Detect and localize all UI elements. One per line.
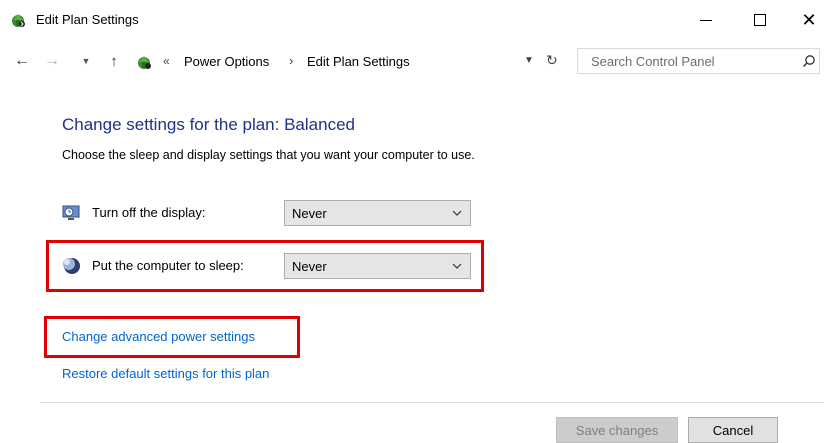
address-overflow-icon[interactable]: « (163, 54, 170, 68)
window-title: Edit Plan Settings (36, 12, 139, 27)
save-button[interactable]: Save changes (556, 417, 678, 443)
close-icon: ✕ (801, 10, 817, 30)
minimize-icon (700, 19, 712, 21)
refresh-icon[interactable]: ↻ (546, 52, 558, 69)
display-timeout-select[interactable]: Never (284, 200, 471, 226)
navigation-bar: ← → ▼ ↑ « Power Options › Edit Plan Sett… (0, 44, 824, 80)
breadcrumb-edit-plan-settings[interactable]: Edit Plan Settings (307, 54, 410, 69)
display-timeout-value: Never (292, 206, 327, 221)
sleep-setting-highlight (46, 240, 484, 292)
display-setting-label: Turn off the display: (92, 205, 206, 220)
power-options-icon (12, 14, 25, 27)
forward-button[interactable]: → (42, 50, 62, 72)
address-dropdown-icon[interactable]: ▼ (524, 55, 534, 66)
control-panel-icon (138, 56, 151, 69)
recent-locations-button[interactable]: ▼ (80, 50, 92, 72)
breadcrumb-separator-icon[interactable]: › (289, 53, 293, 68)
chevron-down-icon (452, 210, 462, 216)
search-input[interactable] (578, 49, 801, 73)
maximize-icon (754, 14, 766, 26)
title-bar: Edit Plan Settings ✕ (0, 0, 824, 40)
maximize-button[interactable] (740, 7, 780, 33)
advanced-link-highlight (44, 316, 300, 358)
page-title: Change settings for the plan: Balanced (62, 115, 355, 134)
minimize-button[interactable] (686, 7, 726, 33)
search-box[interactable] (577, 48, 820, 74)
search-icon[interactable] (802, 54, 816, 68)
display-setting-row: Turn off the display: Never (62, 200, 482, 226)
footer-divider (40, 402, 824, 403)
cancel-button[interactable]: Cancel (688, 417, 778, 443)
close-button[interactable]: ✕ (794, 7, 824, 33)
up-button[interactable]: ↑ (104, 50, 124, 72)
display-clock-icon (62, 205, 80, 220)
page-description: Choose the sleep and display settings th… (62, 148, 475, 162)
back-button[interactable]: ← (12, 50, 32, 72)
restore-defaults-link[interactable]: Restore default settings for this plan (62, 366, 269, 381)
breadcrumb-power-options[interactable]: Power Options (184, 54, 269, 69)
